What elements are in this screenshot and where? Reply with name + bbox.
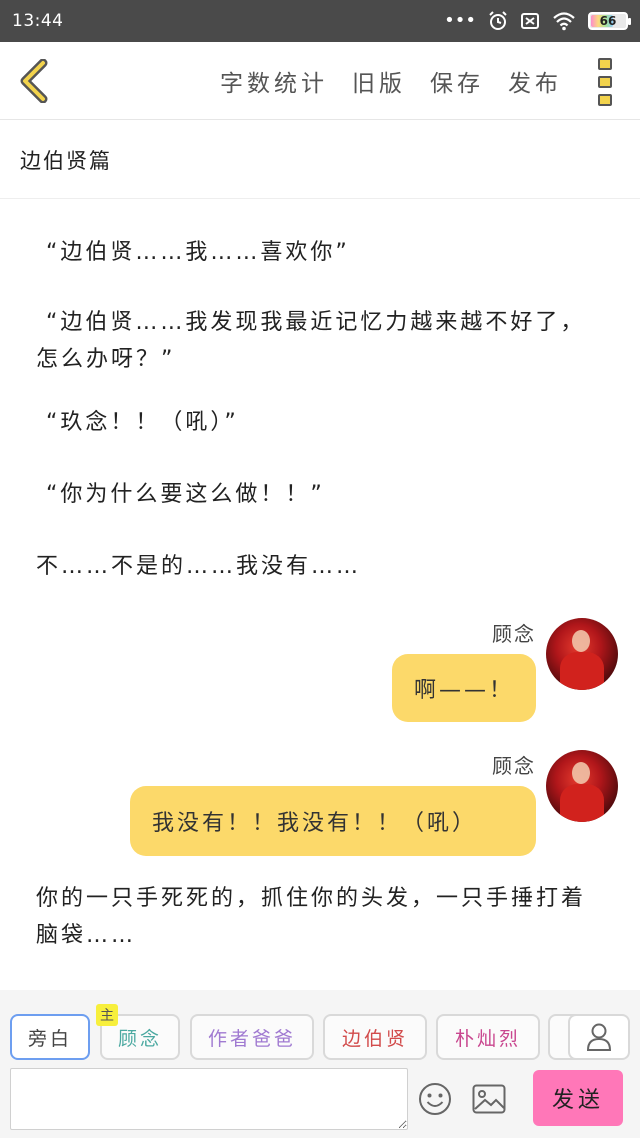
more-dots-icon: ••• (444, 10, 476, 31)
status-bar: 13:44 ••• 66 (0, 0, 640, 42)
message-text: 我没有！！我没有！！（吼） (152, 811, 478, 836)
battery-level: 66 (599, 14, 617, 28)
send-label: 发送 (551, 1088, 604, 1113)
message-bubble[interactable]: 我没有！！我没有！！（吼） (130, 786, 536, 856)
smiley-icon[interactable] (418, 1082, 452, 1116)
chapter-title[interactable]: 边伯贤篇 (0, 121, 640, 199)
role-chip-narrator[interactable]: 旁白 (10, 1014, 90, 1060)
role-selector-bar: 旁白 顾念 主 作者爸爸 边伯贤 朴灿烈 (0, 990, 640, 1062)
story-paragraph[interactable]: “玖念！！（吼）” (36, 404, 608, 441)
message-text: 啊——！ (413, 678, 514, 703)
word-count-button[interactable]: 字数统计 (220, 64, 328, 98)
more-vertical-icon[interactable] (598, 58, 614, 106)
role-label: 作者爸爸 (207, 1027, 296, 1050)
avatar[interactable] (546, 750, 618, 822)
role-label: 边伯贤 (341, 1027, 408, 1050)
editor-toolbar: 字数统计 旧版 保存 发布 (0, 42, 640, 120)
chapter-title-text: 边伯贤篇 (20, 148, 112, 173)
person-icon (586, 1023, 612, 1051)
toolbar-actions: 字数统计 旧版 保存 发布 (220, 42, 562, 120)
battery-icon: 66 (588, 12, 631, 30)
alarm-icon (489, 11, 507, 30)
main-role-badge: 主 (96, 1004, 118, 1026)
publish-button[interactable]: 发布 (508, 64, 562, 98)
wifi-icon (553, 12, 575, 31)
role-chip-chanyeol[interactable]: 朴灿烈 (436, 1014, 540, 1060)
message-bubble[interactable]: 啊——！ (391, 654, 536, 722)
story-paragraph[interactable]: “你为什么要这么做！！” (36, 476, 608, 513)
role-chip-author[interactable]: 作者爸爸 (190, 1014, 314, 1060)
image-icon[interactable] (472, 1084, 506, 1114)
avatar[interactable] (546, 618, 618, 690)
story-paragraph[interactable]: 你的一只手死死的，抓住你的头发，一只手捶打着脑袋…… (36, 880, 608, 954)
send-button[interactable]: 发送 (533, 1070, 623, 1126)
message-sender-name: 顾念 (492, 622, 536, 646)
message-input[interactable] (10, 1068, 408, 1130)
role-label: 顾念 (117, 1027, 162, 1050)
message-sender-name: 顾念 (492, 754, 536, 778)
back-button[interactable] (14, 56, 54, 106)
story-paragraph[interactable]: 不……不是的……我没有…… (36, 548, 608, 585)
role-chip-baekhyun[interactable]: 边伯贤 (323, 1014, 427, 1060)
story-paragraph[interactable]: “边伯贤……我发现我最近记忆力越来越不好了，怎么办呀？” (36, 304, 608, 378)
role-label: 朴灿烈 (454, 1027, 521, 1050)
save-button[interactable]: 保存 (430, 64, 484, 98)
composer-bar: 发送 (0, 1062, 640, 1138)
chevron-left-icon (20, 59, 48, 103)
role-label: 旁白 (27, 1027, 72, 1050)
story-paragraph[interactable]: “边伯贤……我……喜欢你” (36, 234, 608, 271)
status-icons: ••• 66 (444, 10, 631, 31)
old-version-button[interactable]: 旧版 (352, 64, 406, 98)
sim-off-icon (521, 13, 539, 29)
add-role-button[interactable] (568, 1014, 630, 1060)
status-time: 13:44 (12, 11, 64, 31)
